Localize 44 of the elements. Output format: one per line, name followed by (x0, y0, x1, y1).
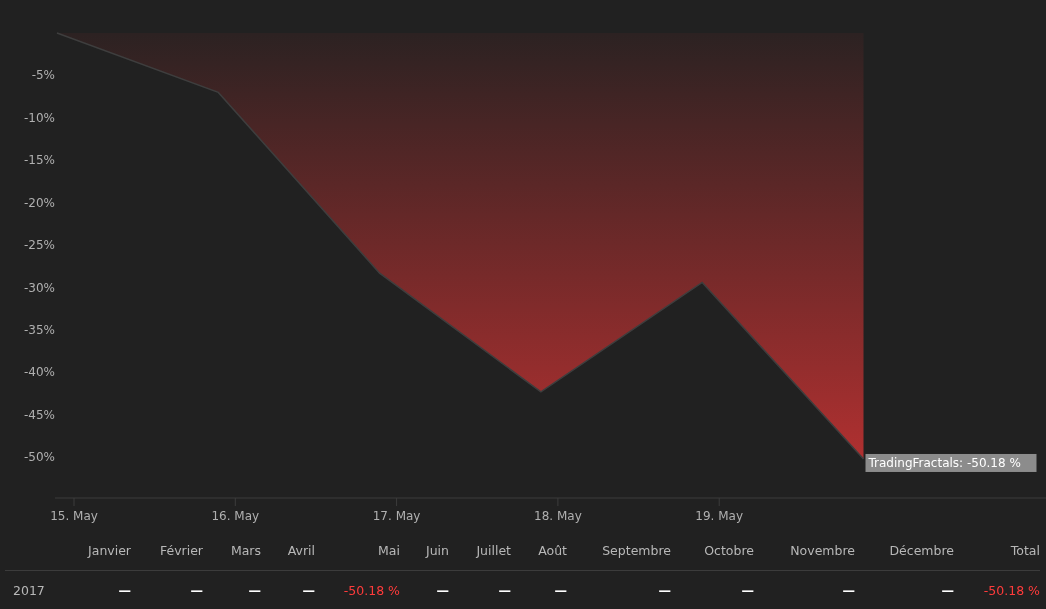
table-cell: — (203, 570, 261, 609)
column-header: Total (1009, 541, 1040, 560)
column-header: Février (158, 541, 203, 560)
column-header: Juillet (475, 541, 511, 560)
axis-label: -10% (24, 110, 55, 125)
axis-label: -25% (24, 238, 55, 253)
column-header: Juin (424, 541, 449, 560)
column-header: Mars (229, 541, 261, 560)
table-cell: — (754, 570, 855, 609)
axis-label: -5% (31, 68, 55, 83)
axis-label: -15% (24, 153, 55, 168)
column-header: Mai (377, 541, 400, 560)
data-label: TradingFractals: -50.18 % (865, 453, 1037, 472)
axis-label: -35% (24, 323, 55, 337)
column-header: Septembre (601, 541, 671, 560)
table-cell: -50.18 % (315, 570, 400, 609)
axis-label: -20% (24, 195, 55, 210)
table-cell: — (567, 570, 671, 609)
row-label: 2017 (5, 570, 75, 609)
column-header: Décembre (888, 541, 954, 560)
axis-label: 16. May (211, 509, 260, 523)
axis-label: -30% (24, 280, 55, 295)
table-cell: — (855, 570, 954, 609)
axis-label: 17. May (372, 509, 421, 523)
axis-label: 15. May (50, 509, 98, 523)
axis-label: 18. May (534, 509, 582, 523)
axis-label: -50% (24, 450, 55, 465)
column-header: Avril (286, 541, 315, 560)
axis-label: -45% (24, 407, 55, 422)
table-cell: — (261, 570, 315, 609)
table-cell: — (400, 570, 449, 609)
column-header: Janvier (86, 541, 131, 560)
table-cell: — (449, 570, 511, 609)
column-header: Août (537, 541, 567, 560)
axis-label: -40% (24, 365, 55, 380)
table-cell: -50.18 % (954, 570, 1040, 609)
column-header: Octobre (703, 541, 754, 560)
table-cell: — (75, 570, 131, 609)
axis-label: 19. May (695, 509, 744, 523)
table-cell: — (511, 570, 567, 609)
table-cell: — (131, 570, 203, 609)
table-cell: — (671, 570, 754, 609)
annotation: TradingFractals: -50.18 % (867, 455, 1021, 470)
column-header: Novembre (789, 541, 855, 560)
